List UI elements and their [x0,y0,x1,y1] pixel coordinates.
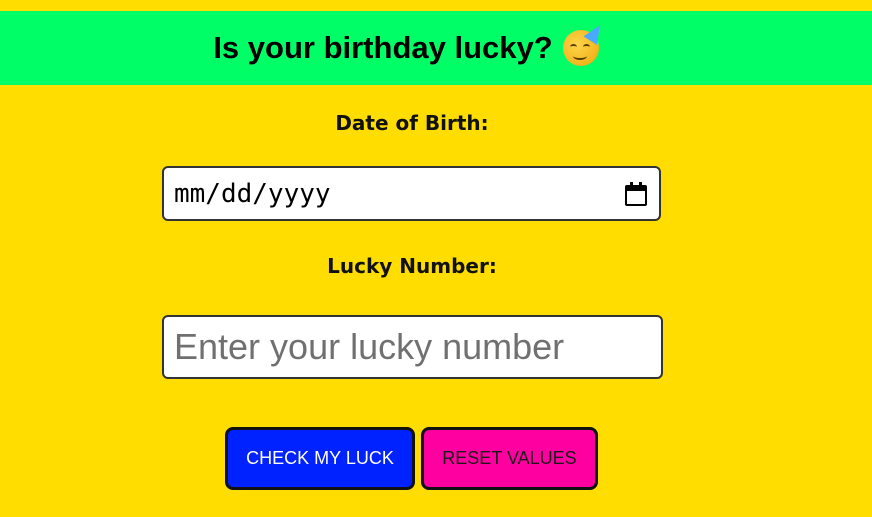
dob-date-value[interactable]: mm/dd/yyyy [174,179,625,209]
page-title-container: Is your birthday lucky? [213,21,607,66]
dob-date-input[interactable]: mm/dd/yyyy [162,166,661,221]
dob-label: Date of Birth: [335,111,489,135]
header-bar: Is your birthday lucky? [0,11,872,85]
partying-face-icon [562,21,607,66]
lucky-number-input[interactable] [164,317,661,377]
lucky-number-field[interactable] [162,315,663,379]
top-strip [0,0,872,11]
reset-values-button[interactable]: RESET VALUES [421,427,598,490]
calendar-icon[interactable] [625,181,647,206]
page-title: Is your birthday lucky? [213,30,553,65]
lucky-number-label: Lucky Number: [327,254,497,278]
check-my-luck-button[interactable]: CHECK MY LUCK [225,427,415,490]
